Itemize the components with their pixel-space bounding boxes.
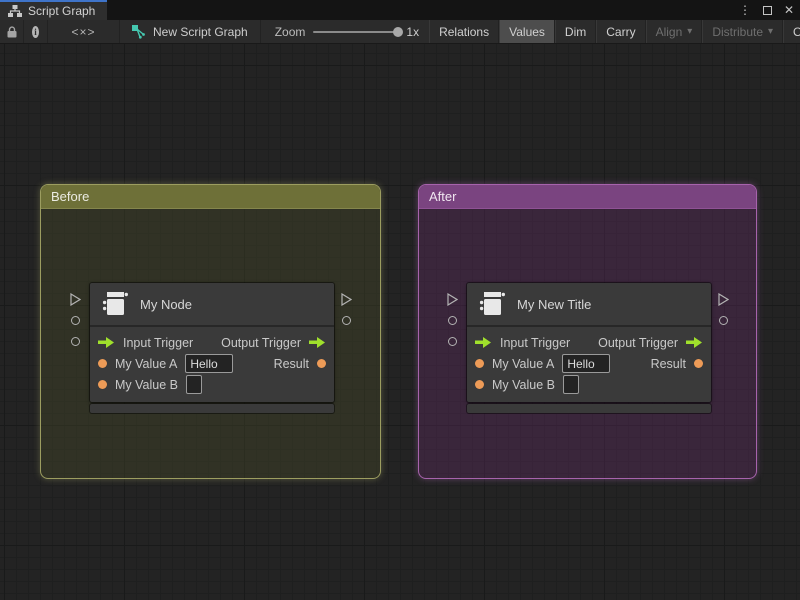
code-icon: <×> [71,24,96,39]
inspect-button[interactable]: i [24,20,48,43]
value-port-icon[interactable] [475,359,484,368]
input-trigger-label: Input Trigger [500,335,571,350]
node-body: Input Trigger Output Trigger My Value A … [467,327,711,402]
dim-button[interactable]: Dim [554,20,597,43]
unit-icon [477,290,507,318]
port-row-value-a: My Value A Result [467,353,711,374]
lock-button[interactable] [0,20,24,43]
node-header[interactable]: My Node [90,283,334,327]
flow-input-socket-icon[interactable] [70,293,81,306]
group-title: After [429,189,457,204]
node-footer [467,404,711,413]
breadcrumb[interactable]: New Script Graph [120,20,261,43]
carry-button[interactable]: Carry [596,20,646,43]
external-ports-left [446,289,459,352]
value-b-input[interactable] [186,375,202,394]
zoom-slider[interactable] [313,26,404,37]
result-label: Result [273,356,309,371]
port-row-value-b: My Value B [90,374,334,395]
port-row-value-b: My Value B [467,374,711,395]
node-my-new-title[interactable]: My New Title Input Trigger Output Trigge… [467,283,711,413]
port-row-triggers: Input Trigger Output Trigger [90,332,334,353]
value-a-label: My Value A [115,356,178,371]
relations-button[interactable]: Relations [429,20,500,43]
output-trigger-label: Output Trigger [221,335,301,350]
value-a-input[interactable] [562,354,611,373]
close-icon[interactable]: ✕ [784,3,794,17]
align-dropdown[interactable]: Align [645,20,703,43]
tab-strip: Script Graph ⋮ ✕ [0,0,800,20]
flow-arrow-icon[interactable] [475,336,492,349]
flow-output-socket-icon[interactable] [341,293,352,306]
value-port-icon[interactable] [98,380,107,389]
node-my-node[interactable]: My Node Input Trigger Output Trigger My … [90,283,334,413]
value-port-icon[interactable] [475,380,484,389]
port-row-value-a: My Value A Result [90,353,334,374]
menu-icon[interactable]: ⋮ [739,3,751,17]
node-body: Input Trigger Output Trigger My Value A … [90,327,334,402]
value-a-input[interactable] [185,354,234,373]
flow-input-socket-icon[interactable] [447,293,458,306]
tab-title: Script Graph [28,4,96,18]
overview-button[interactable]: Overview [783,20,800,43]
external-ports-right [717,289,730,331]
value-output-socket-icon[interactable] [719,316,728,325]
window-controls: ⋮ ✕ [739,0,794,20]
node-title: My New Title [517,296,592,312]
value-input-socket-icon[interactable] [71,337,80,346]
group-before-header[interactable]: Before [41,185,380,209]
tab-script-graph[interactable]: Script Graph [0,0,108,20]
zoom-label: Zoom [274,24,306,39]
value-b-label: My Value B [492,377,555,392]
value-input-socket-icon[interactable] [448,337,457,346]
external-ports-left [69,289,82,352]
value-input-socket-icon[interactable] [448,316,457,325]
info-icon: i [32,25,39,38]
flow-arrow-icon[interactable] [98,336,115,349]
unit-icon [100,290,130,318]
value-a-label: My Value A [492,356,555,371]
values-button[interactable]: Values [499,20,555,43]
script-graph-icon [132,24,146,39]
node-title: My Node [140,296,193,312]
value-port-icon[interactable] [694,359,703,368]
distribute-dropdown[interactable]: Distribute [702,20,784,43]
flow-output-socket-icon[interactable] [718,293,729,306]
node-footer [90,404,334,413]
result-label: Result [650,356,686,371]
value-port-icon[interactable] [317,359,326,368]
graph-hierarchy-icon [8,5,22,17]
output-trigger-label: Output Trigger [598,335,678,350]
group-title: Before [51,189,90,204]
script-graph-window: Script Graph ⋮ ✕ i <×> New Script Graph … [0,0,800,600]
zoom-control: Zoom 1x [261,20,429,43]
external-ports-right [340,289,353,331]
value-input-socket-icon[interactable] [71,316,80,325]
node-header[interactable]: My New Title [467,283,711,327]
group-after-header[interactable]: After [419,185,756,209]
port-row-triggers: Input Trigger Output Trigger [467,332,711,353]
flow-arrow-icon[interactable] [309,336,326,349]
breadcrumb-graph-name: New Script Graph [153,24,248,39]
value-b-label: My Value B [115,377,178,392]
zoom-value: 1x [406,24,420,39]
value-b-input[interactable] [563,375,579,394]
graph-canvas[interactable]: Before After My Node Input Trigger Outpu… [0,44,800,600]
lock-icon [7,25,17,38]
zoom-slider-handle[interactable] [393,26,404,37]
code-preview-button[interactable]: <×> [48,20,120,43]
input-trigger-label: Input Trigger [123,335,194,350]
graph-toolbar: i <×> New Script Graph Zoom 1x Relations… [0,20,800,44]
maximize-icon[interactable] [762,5,772,15]
flow-arrow-icon[interactable] [686,336,703,349]
value-port-icon[interactable] [98,359,107,368]
value-output-socket-icon[interactable] [342,316,351,325]
